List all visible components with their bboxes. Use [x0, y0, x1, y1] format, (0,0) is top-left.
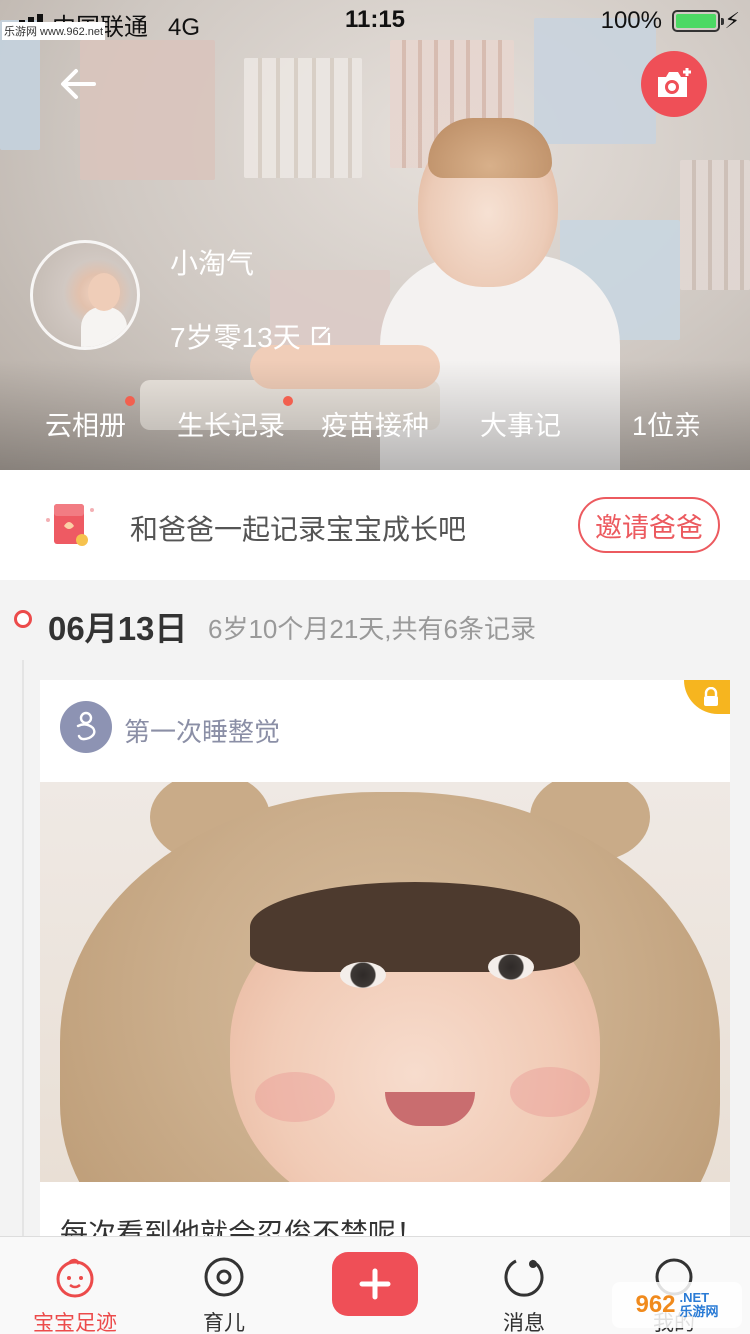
header-photo [0, 0, 750, 470]
nav-family[interactable]: 1位亲 [632, 404, 701, 443]
charging-icon: ⚡ [724, 8, 740, 33]
nav-cloud-album[interactable]: 云相册 [45, 404, 126, 443]
timeline-dot-icon [14, 610, 32, 628]
baby-age[interactable]: 7岁零13天 [170, 316, 331, 356]
tab-label: 消息 [503, 1312, 545, 1334]
battery-icon [672, 10, 724, 32]
back-button[interactable] [56, 62, 100, 106]
watermark-top: 乐游网 www.962.net [2, 22, 106, 40]
private-badge [684, 680, 730, 714]
baby-avatar[interactable] [30, 240, 140, 350]
tab-baby-footprints[interactable]: 宝宝足迹 [0, 1237, 150, 1334]
tab-label: 宝宝足迹 [33, 1312, 117, 1334]
record-photo[interactable] [40, 782, 730, 1182]
baby-age-text: 7岁零13天 [170, 322, 301, 353]
header-nav: 云相册 生长记录 疫苗接种 大事记 1位亲 [0, 396, 750, 443]
camera-add-icon [658, 68, 691, 97]
record-tag-label: 第一次睡整觉 [124, 717, 281, 747]
watermark-logo: 962 .NET 乐游网 [612, 1282, 742, 1328]
timeline-date: 06月13日 [48, 610, 188, 647]
add-photo-button[interactable] [641, 51, 707, 117]
timeline-line [22, 660, 24, 1260]
sleep-icon [60, 701, 112, 753]
battery-percent: 100% [600, 7, 662, 34]
invite-dad-button[interactable]: 邀请爸爸 [578, 497, 720, 553]
back-arrow-icon [61, 69, 96, 99]
lock-icon [704, 687, 718, 706]
plus-icon [359, 1268, 391, 1300]
add-record-button[interactable] [332, 1252, 418, 1316]
invite-text: 和爸爸一起记录宝宝成长吧 [130, 514, 467, 545]
status-bar: 中国联通 4G 11:15 100% ⚡ [0, 0, 750, 41]
tab-messages[interactable]: 消息 [449, 1237, 599, 1334]
nav-growth-record[interactable]: 生长记录 [177, 404, 285, 443]
nav-vaccine[interactable]: 疫苗接种 [321, 404, 429, 443]
baby-face-icon [56, 1258, 94, 1298]
baby-name: 小淘气 [170, 248, 255, 279]
tab-parenting[interactable]: 育儿 [149, 1237, 299, 1334]
message-ring-icon [504, 1259, 544, 1297]
nav-milestones[interactable]: 大事记 [480, 404, 561, 443]
new-dot-badge [125, 396, 135, 406]
target-icon [204, 1257, 244, 1297]
timeline-summary: 6岁10个月21天,共有6条记录 [208, 614, 536, 644]
invite-banner: 和爸爸一起记录宝宝成长吧 邀请爸爸 [0, 470, 750, 580]
edit-icon [311, 326, 330, 346]
app-screen: 中国联通 4G 11:15 100% ⚡ 乐游网 www.962.net 小淘气… [0, 0, 750, 1334]
red-envelope-icon [46, 504, 94, 546]
new-dot-badge [283, 396, 293, 406]
tab-label: 育儿 [203, 1312, 245, 1334]
record-card[interactable]: 第一次睡整觉 每次看到他就会忍俊不禁呢！ [40, 680, 730, 1280]
